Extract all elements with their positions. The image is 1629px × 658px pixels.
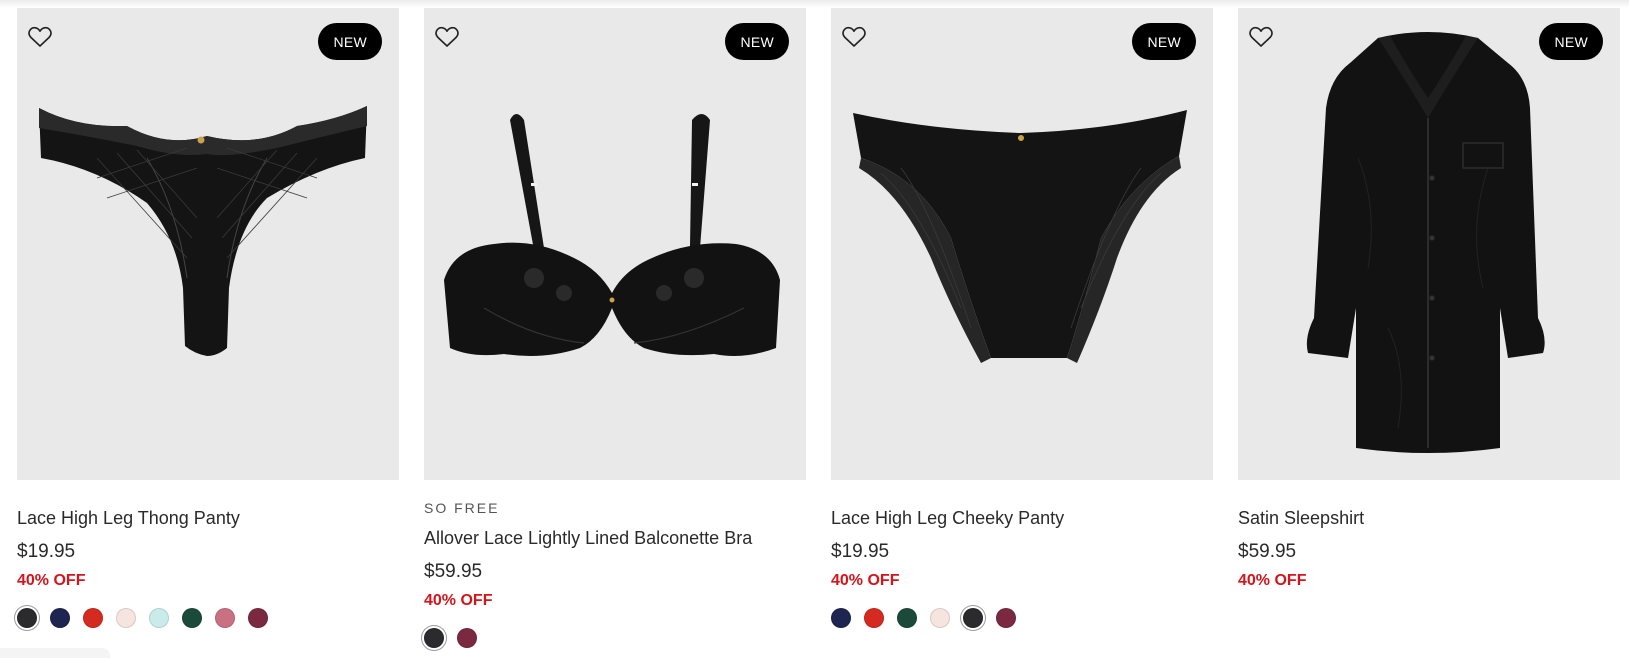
product-image-container[interactable]: NEW [831, 8, 1213, 480]
color-swatch[interactable] [424, 628, 444, 648]
wishlist-heart-icon[interactable] [434, 24, 460, 50]
color-swatch[interactable] [930, 608, 950, 628]
color-swatch[interactable] [215, 608, 235, 628]
top-divider [0, 0, 1629, 8]
new-badge: NEW [318, 23, 382, 60]
color-swatch[interactable] [831, 608, 851, 628]
wishlist-heart-icon[interactable] [841, 24, 867, 50]
thong-panty-image[interactable] [17, 8, 399, 480]
cheeky-panty-image[interactable] [831, 8, 1213, 480]
product-card[interactable]: NEW Lace High Leg Cheeky Panty $19.95 40… [831, 8, 1213, 648]
discount-label: 40% OFF [1238, 572, 1307, 589]
discount-label: 40% OFF [17, 572, 86, 589]
color-swatch[interactable] [248, 608, 268, 628]
color-swatches [831, 608, 1213, 628]
product-image-container[interactable]: NEW [17, 8, 399, 480]
product-price: $59.95 [1238, 541, 1297, 562]
product-price: $59.95 [424, 561, 483, 582]
wishlist-heart-icon[interactable] [1248, 24, 1274, 50]
balconette-bra-image[interactable] [424, 8, 806, 480]
color-swatch[interactable] [864, 608, 884, 628]
new-badge: NEW [1539, 23, 1603, 60]
color-swatch[interactable] [149, 608, 169, 628]
color-swatch[interactable] [17, 608, 37, 628]
color-swatch[interactable] [457, 628, 477, 648]
product-price: $19.95 [831, 541, 890, 562]
color-swatch[interactable] [996, 608, 1016, 628]
discount-label: 40% OFF [831, 572, 900, 589]
product-name[interactable]: Lace High Leg Cheeky Panty [831, 507, 1213, 529]
product-image-container[interactable]: NEW [424, 8, 806, 480]
discount-label: 40% OFF [424, 592, 493, 609]
chat-widget-edge [0, 648, 110, 658]
product-card[interactable]: NEW SO FREE Allover Lace Lightly Lined B… [424, 8, 806, 648]
color-swatch[interactable] [182, 608, 202, 628]
color-swatch[interactable] [963, 608, 983, 628]
product-name[interactable]: Satin Sleepshirt [1238, 507, 1620, 529]
color-swatches [424, 628, 806, 648]
wishlist-heart-icon[interactable] [27, 24, 53, 50]
product-grid: NEW Lace High Leg Thong Panty $19.95 40%… [17, 8, 1620, 648]
color-swatch[interactable] [116, 608, 136, 628]
product-price: $19.95 [17, 541, 76, 562]
product-card[interactable]: NEW Satin Sleepshirt $59.95 40% OFF [1238, 8, 1620, 648]
sleepshirt-image[interactable] [1238, 8, 1620, 480]
new-badge: NEW [1132, 23, 1196, 60]
new-badge: NEW [725, 23, 789, 60]
brand-label: SO FREE [424, 500, 500, 516]
product-image-container[interactable]: NEW [1238, 8, 1620, 480]
color-swatches [17, 608, 399, 628]
color-swatch[interactable] [50, 608, 70, 628]
product-name[interactable]: Lace High Leg Thong Panty [17, 507, 399, 529]
color-swatch[interactable] [83, 608, 103, 628]
color-swatch[interactable] [897, 608, 917, 628]
product-name[interactable]: Allover Lace Lightly Lined Balconette Br… [424, 527, 806, 549]
product-card[interactable]: NEW Lace High Leg Thong Panty $19.95 40%… [17, 8, 399, 648]
